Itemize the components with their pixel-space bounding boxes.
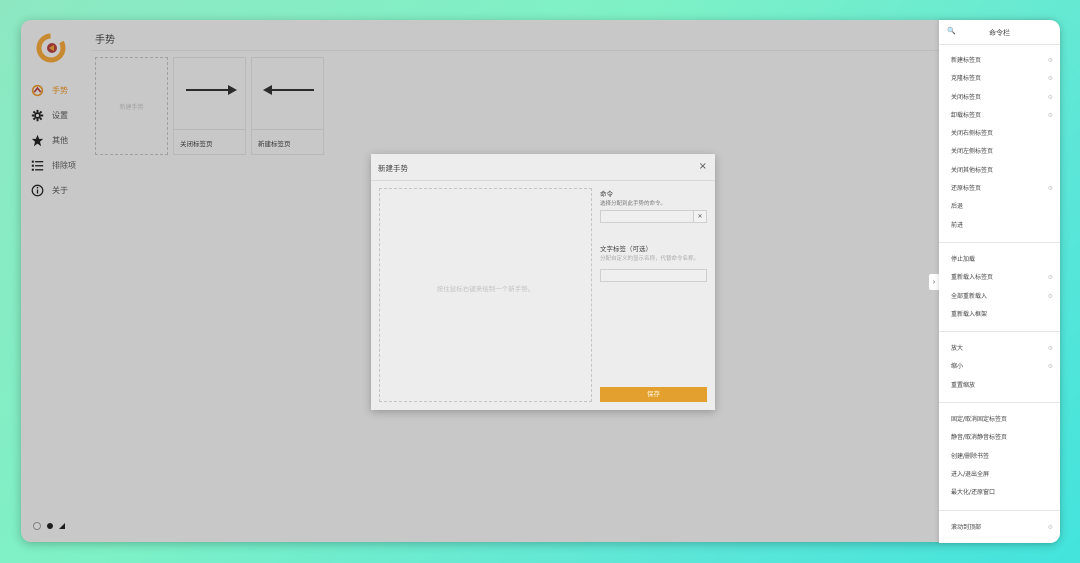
text-label-description: 分配自定义的显示名称，代替命令名称。 bbox=[600, 256, 700, 262]
command-item[interactable]: 重置缩放 bbox=[939, 377, 1060, 395]
command-bar-title: 命令栏 bbox=[989, 29, 1010, 37]
gear-icon[interactable]: ⚙ bbox=[1048, 89, 1053, 107]
app-window: 手势 设置 其他 排除项 关于 手势 新建手势 关闭标签页 新建标签页 新建手势… bbox=[21, 20, 1059, 542]
draw-hint: 按住鼠标右键来绘制一个新手势。 bbox=[436, 285, 535, 293]
command-item-label: 关闭标签页 bbox=[951, 93, 982, 101]
command-item[interactable]: 关闭其他标签页 bbox=[939, 162, 1060, 180]
command-item-label: 重新载入框架 bbox=[951, 310, 988, 318]
close-icon[interactable]: × bbox=[699, 161, 707, 172]
command-item[interactable]: 滚动到顶部 ⚙ bbox=[939, 519, 1060, 537]
text-label-label: 文字标签（可选） bbox=[600, 245, 652, 253]
gear-icon[interactable]: ⚙ bbox=[1048, 269, 1053, 287]
command-item-label: 前进 bbox=[951, 221, 964, 229]
gear-icon[interactable]: ⚙ bbox=[1048, 358, 1053, 376]
command-item-label: 关闭左侧标签页 bbox=[951, 148, 994, 156]
command-item[interactable]: 前进 bbox=[939, 217, 1060, 235]
gesture-form: 命令 选择分配到此手势的命令。 ✕ 文字标签（可选） 分配自定义的显示名称，代替… bbox=[600, 188, 707, 282]
command-item-label: 新建标签页 bbox=[951, 57, 982, 64]
command-item-label: 缩小 bbox=[951, 363, 964, 371]
command-item-label: 固定/取消固定标签页 bbox=[951, 416, 1008, 424]
command-select-row: ✕ bbox=[600, 210, 707, 223]
command-group-divider bbox=[939, 402, 1060, 404]
command-group-divider bbox=[939, 331, 1060, 333]
gear-icon[interactable]: ⚙ bbox=[1048, 519, 1053, 537]
command-item[interactable]: 全部重新载入 ⚙ bbox=[939, 288, 1060, 306]
command-item[interactable]: 创建/删除书签 bbox=[939, 448, 1060, 466]
command-item-label: 全部重新载入 bbox=[951, 292, 988, 300]
command-item-label: 进入/退出全屏 bbox=[951, 470, 990, 478]
command-description: 选择分配到此手势的命令。 bbox=[600, 201, 667, 207]
command-list: 新建标签页 ⚙ 克隆标签页 ⚙ 关闭标签页 ⚙ 卸载标签页 ⚙ 关闭右侧标签页 关闭左侧标签页 关闭… bbox=[939, 52, 1060, 537]
command-item[interactable]: 进入/退出全屏 bbox=[939, 466, 1060, 484]
command-item-label: 后退 bbox=[951, 203, 964, 211]
command-group-divider bbox=[939, 509, 1060, 511]
gear-icon[interactable]: ⚙ bbox=[1048, 107, 1053, 125]
command-item-label: 重新载入标签页 bbox=[951, 274, 994, 282]
command-item-label: 关闭右侧标签页 bbox=[951, 130, 994, 138]
command-item-label: 重置缩放 bbox=[951, 381, 976, 389]
command-item[interactable]: 重新载入标签页 ⚙ bbox=[939, 269, 1060, 287]
command-item[interactable]: 关闭标签页 ⚙ bbox=[939, 89, 1060, 107]
command-bar-panel: 🔍 命令栏 新建标签页 ⚙ 克隆标签页 ⚙ 关闭标签页 ⚙ 卸载标签页 ⚙ 关闭右侧标签页 关闭左… bbox=[939, 20, 1060, 543]
command-item-label: 克隆标签页 bbox=[951, 75, 982, 83]
command-item[interactable]: 关闭左侧标签页 bbox=[939, 143, 1060, 161]
command-item[interactable]: 克隆标签页 ⚙ bbox=[939, 70, 1060, 88]
command-bar-header: 🔍 命令栏 bbox=[939, 20, 1060, 45]
gear-icon[interactable]: ⚙ bbox=[1048, 288, 1053, 306]
command-item[interactable]: 关闭右侧标签页 bbox=[939, 125, 1060, 143]
command-item-label: 放大 bbox=[951, 345, 964, 353]
command-item-label: 静音/取消静音标签页 bbox=[951, 434, 1008, 442]
command-item[interactable]: 后退 bbox=[939, 198, 1060, 216]
command-group-divider bbox=[939, 241, 1060, 243]
command-item-label: 最大化/还原窗口 bbox=[951, 489, 996, 497]
command-label: 命令 bbox=[600, 190, 613, 198]
new-gesture-dialog: 新建手势 × 按住鼠标右键来绘制一个新手势。 命令 选择分配到此手势的命令。 ✕… bbox=[371, 154, 715, 410]
dialog-title: 新建手势 bbox=[378, 164, 408, 173]
command-item[interactable]: 重新载入框架 bbox=[939, 306, 1060, 324]
command-item[interactable]: 静音/取消静音标签页 bbox=[939, 429, 1060, 447]
gear-icon[interactable]: ⚙ bbox=[1048, 52, 1053, 70]
save-button[interactable]: 保存 bbox=[600, 387, 707, 402]
command-item[interactable]: 固定/取消固定标签页 bbox=[939, 411, 1060, 429]
dialog-divider bbox=[371, 180, 715, 181]
command-select[interactable] bbox=[600, 210, 694, 223]
command-item-label: 卸载标签页 bbox=[951, 111, 982, 119]
command-item-label: 停止加载 bbox=[951, 255, 976, 263]
command-item[interactable]: 停止加载 bbox=[939, 251, 1060, 269]
command-item[interactable]: 卸载标签页 ⚙ bbox=[939, 107, 1060, 125]
command-item-label: 滚动到顶部 bbox=[951, 523, 982, 531]
command-item[interactable]: 最大化/还原窗口 bbox=[939, 484, 1060, 502]
command-item-label: 还原标签页 bbox=[951, 185, 982, 193]
clear-icon[interactable]: ✕ bbox=[694, 210, 707, 223]
command-item[interactable]: 缩小 ⚙ bbox=[939, 358, 1060, 376]
gesture-draw-area[interactable]: 按住鼠标右键来绘制一个新手势。 bbox=[379, 188, 592, 402]
command-item[interactable]: 新建标签页 ⚙ bbox=[939, 52, 1060, 70]
text-label-input[interactable] bbox=[600, 269, 707, 282]
command-item-label: 关闭其他标签页 bbox=[951, 166, 994, 174]
command-item[interactable]: 还原标签页 ⚙ bbox=[939, 180, 1060, 198]
gear-icon[interactable]: ⚙ bbox=[1048, 70, 1053, 88]
command-item-label: 创建/删除书签 bbox=[951, 452, 990, 460]
gear-icon[interactable]: ⚙ bbox=[1048, 180, 1053, 198]
gear-icon[interactable]: ⚙ bbox=[1048, 340, 1053, 358]
command-item[interactable]: 放大 ⚙ bbox=[939, 340, 1060, 358]
chevron-right-icon[interactable]: › bbox=[929, 274, 939, 290]
